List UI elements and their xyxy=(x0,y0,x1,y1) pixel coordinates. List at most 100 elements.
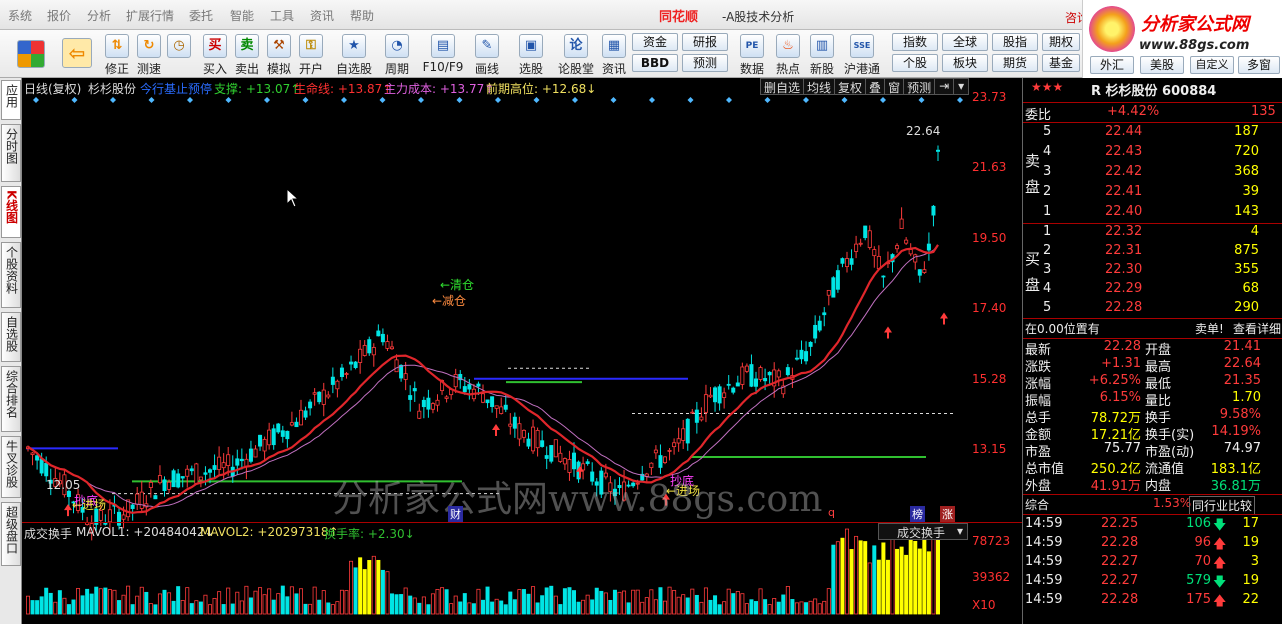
candle-body xyxy=(703,394,708,413)
tab-kline[interactable]: K线图 xyxy=(1,186,21,238)
tab-diagnosis[interactable]: 牛叉诊股 xyxy=(1,436,21,498)
volume-bar xyxy=(622,590,627,615)
volume-bar xyxy=(358,557,363,615)
tab-watchlist[interactable]: 自选股 xyxy=(1,312,21,362)
ma-button[interactable]: 均线 xyxy=(803,79,834,95)
drawline-button[interactable]: ✎ 画线 xyxy=(470,32,504,76)
kline-chart[interactable]: 日线(复权) 杉杉股份 今行基止预停 支撑: +13.07↑ 生命线: +13.… xyxy=(22,78,1022,624)
clock-button[interactable]: ◷ xyxy=(164,32,194,76)
select-stock-button[interactable]: ▣ 选股 xyxy=(514,32,548,76)
volume-bar xyxy=(936,539,941,615)
f10-button[interactable]: ▤ F10/F9 xyxy=(420,32,466,76)
bid-row[interactable]: 4 22.29 68 xyxy=(1023,281,1282,301)
bbd-button[interactable]: BBD xyxy=(632,54,678,72)
tab-super-panel[interactable]: 超级盘口 xyxy=(1,502,21,566)
simulate-button[interactable]: ⚒ 模拟 xyxy=(264,32,294,76)
info-button[interactable]: ▦ 资讯 xyxy=(598,32,630,76)
option-button[interactable]: 期权 xyxy=(1042,33,1080,51)
single-stock-button[interactable]: 个股 xyxy=(892,54,938,72)
ask-row[interactable]: 4 22.43 720 xyxy=(1023,144,1282,164)
menu-tools[interactable]: 工具 xyxy=(270,7,294,24)
sell-button[interactable]: 卖卖出 xyxy=(232,32,262,76)
futures-button[interactable]: 期货 xyxy=(992,54,1038,72)
grid-icon xyxy=(17,40,45,68)
back-button[interactable]: ⇦ xyxy=(60,32,94,76)
tab-timeshare[interactable]: 分时图 xyxy=(1,124,21,182)
q-marker[interactable]: q xyxy=(828,506,835,519)
period-button[interactable]: ◔ 周期 xyxy=(380,32,414,76)
rank-marker[interactable]: 榜 xyxy=(910,506,925,522)
export-icon[interactable]: ⇥ xyxy=(934,79,953,94)
candle-body xyxy=(858,242,863,245)
window-button[interactable]: 窗 xyxy=(884,79,903,95)
menu-quote[interactable]: 报价 xyxy=(47,7,71,24)
menu-smart[interactable]: 智能 xyxy=(230,7,254,24)
bid-row[interactable]: 1 22.32 4 xyxy=(1023,224,1282,244)
custom-button[interactable]: 自定义 xyxy=(1190,56,1234,74)
ask-row[interactable]: 3 22.42 368 xyxy=(1023,164,1282,184)
menu-help[interactable]: 帮助 xyxy=(350,7,374,24)
fund-button[interactable]: 基金 xyxy=(1042,54,1080,72)
menu-system[interactable]: 系统 xyxy=(8,7,32,24)
sector-button[interactable]: 板块 xyxy=(942,54,988,72)
industry-compare-button[interactable]: 同行业比较 xyxy=(1189,496,1256,515)
candle-body xyxy=(549,445,554,462)
volume: 39 xyxy=(1242,184,1259,199)
speedtest-button[interactable]: ↻ 测速 xyxy=(134,32,164,76)
ipo-button[interactable]: ▥ 新股 xyxy=(806,32,838,76)
ask-row[interactable]: 5 22.44 187 xyxy=(1023,124,1282,144)
candle-body xyxy=(649,462,654,469)
vol-indicator-select[interactable]: 成交换手 ▾ xyxy=(878,523,968,540)
menu-order[interactable]: 委托 xyxy=(189,7,213,24)
open-account-button[interactable]: ⚿ 开户 xyxy=(296,32,326,76)
multi-window-button[interactable]: 多窗 xyxy=(1238,56,1280,74)
forecast-chart-button[interactable]: 预测 xyxy=(903,79,934,95)
revise-button[interactable]: ⇅ 修正 xyxy=(100,32,134,76)
capital-button[interactable]: 资金 xyxy=(632,33,678,51)
candle-body xyxy=(508,423,513,427)
adjust-button[interactable]: 复权 xyxy=(834,79,865,95)
hk-connect-button[interactable]: SSE 沪港通 xyxy=(842,32,882,76)
ask-row[interactable]: 1 22.40 143 xyxy=(1023,204,1282,224)
us-stock-button[interactable]: 美股 xyxy=(1140,56,1184,74)
volume-bar xyxy=(899,546,904,615)
research-button[interactable]: 研报 xyxy=(682,33,728,51)
volume-bar xyxy=(44,587,49,615)
forecast-button[interactable]: 预测 xyxy=(682,54,728,72)
hotspot-button[interactable]: ♨ 热点 xyxy=(772,32,804,76)
layout-button[interactable] xyxy=(10,32,52,76)
bid-row[interactable]: 2 22.31 875 xyxy=(1023,243,1282,263)
stock-index-button[interactable]: 股指 xyxy=(992,33,1038,51)
overlay-button[interactable]: 叠 xyxy=(865,79,884,95)
menu-info[interactable]: 资讯 xyxy=(310,7,334,24)
indicator-name[interactable]: 今行基止预停 xyxy=(140,80,212,97)
bid-row[interactable]: 3 22.30 355 xyxy=(1023,262,1282,282)
limit-up-marker[interactable]: 涨 xyxy=(940,506,955,522)
period-mode[interactable]: 日线(复权) xyxy=(24,80,81,97)
data-button[interactable]: PE 数据 xyxy=(736,32,768,76)
y-label: 21.63 xyxy=(972,160,1007,174)
dropdown-icon[interactable]: ▾ xyxy=(953,79,968,94)
buy-button[interactable]: 买买入 xyxy=(200,32,230,76)
remove-watch-button[interactable]: 删自选 xyxy=(761,79,803,95)
view-detail-link[interactable]: 查看详细 xyxy=(1233,320,1281,337)
global-button[interactable]: 全球 xyxy=(942,33,988,51)
forum-button[interactable]: 论论股堂 xyxy=(556,32,596,76)
bid-row[interactable]: 5 22.28 290 xyxy=(1023,300,1282,320)
index-button[interactable]: 指数 xyxy=(892,33,938,51)
menu-analysis[interactable]: 分析 xyxy=(87,7,111,24)
ask-row[interactable]: 2 22.41 39 xyxy=(1023,184,1282,204)
lifeline-value: 生命线: +13.87↑ xyxy=(294,82,393,96)
candle-body xyxy=(808,341,813,347)
tab-profile[interactable]: 个股资料 xyxy=(1,242,21,308)
watchlist-button[interactable]: ★ 自选股 xyxy=(334,32,374,76)
forex-button[interactable]: 外汇 xyxy=(1090,56,1134,74)
menu-ext-quote[interactable]: 扩展行情 xyxy=(126,7,174,24)
weibi-row: 委比 +4.42% 135 xyxy=(1023,104,1282,124)
vol-indicator-name[interactable]: 成交换手 xyxy=(24,525,72,542)
volume-bar xyxy=(276,593,281,615)
tab-apps[interactable]: 应用 xyxy=(1,80,21,120)
tab-ranking[interactable]: 综合排名 xyxy=(1,366,21,432)
finance-marker[interactable]: 财 xyxy=(448,506,463,522)
candle-body xyxy=(835,270,840,290)
